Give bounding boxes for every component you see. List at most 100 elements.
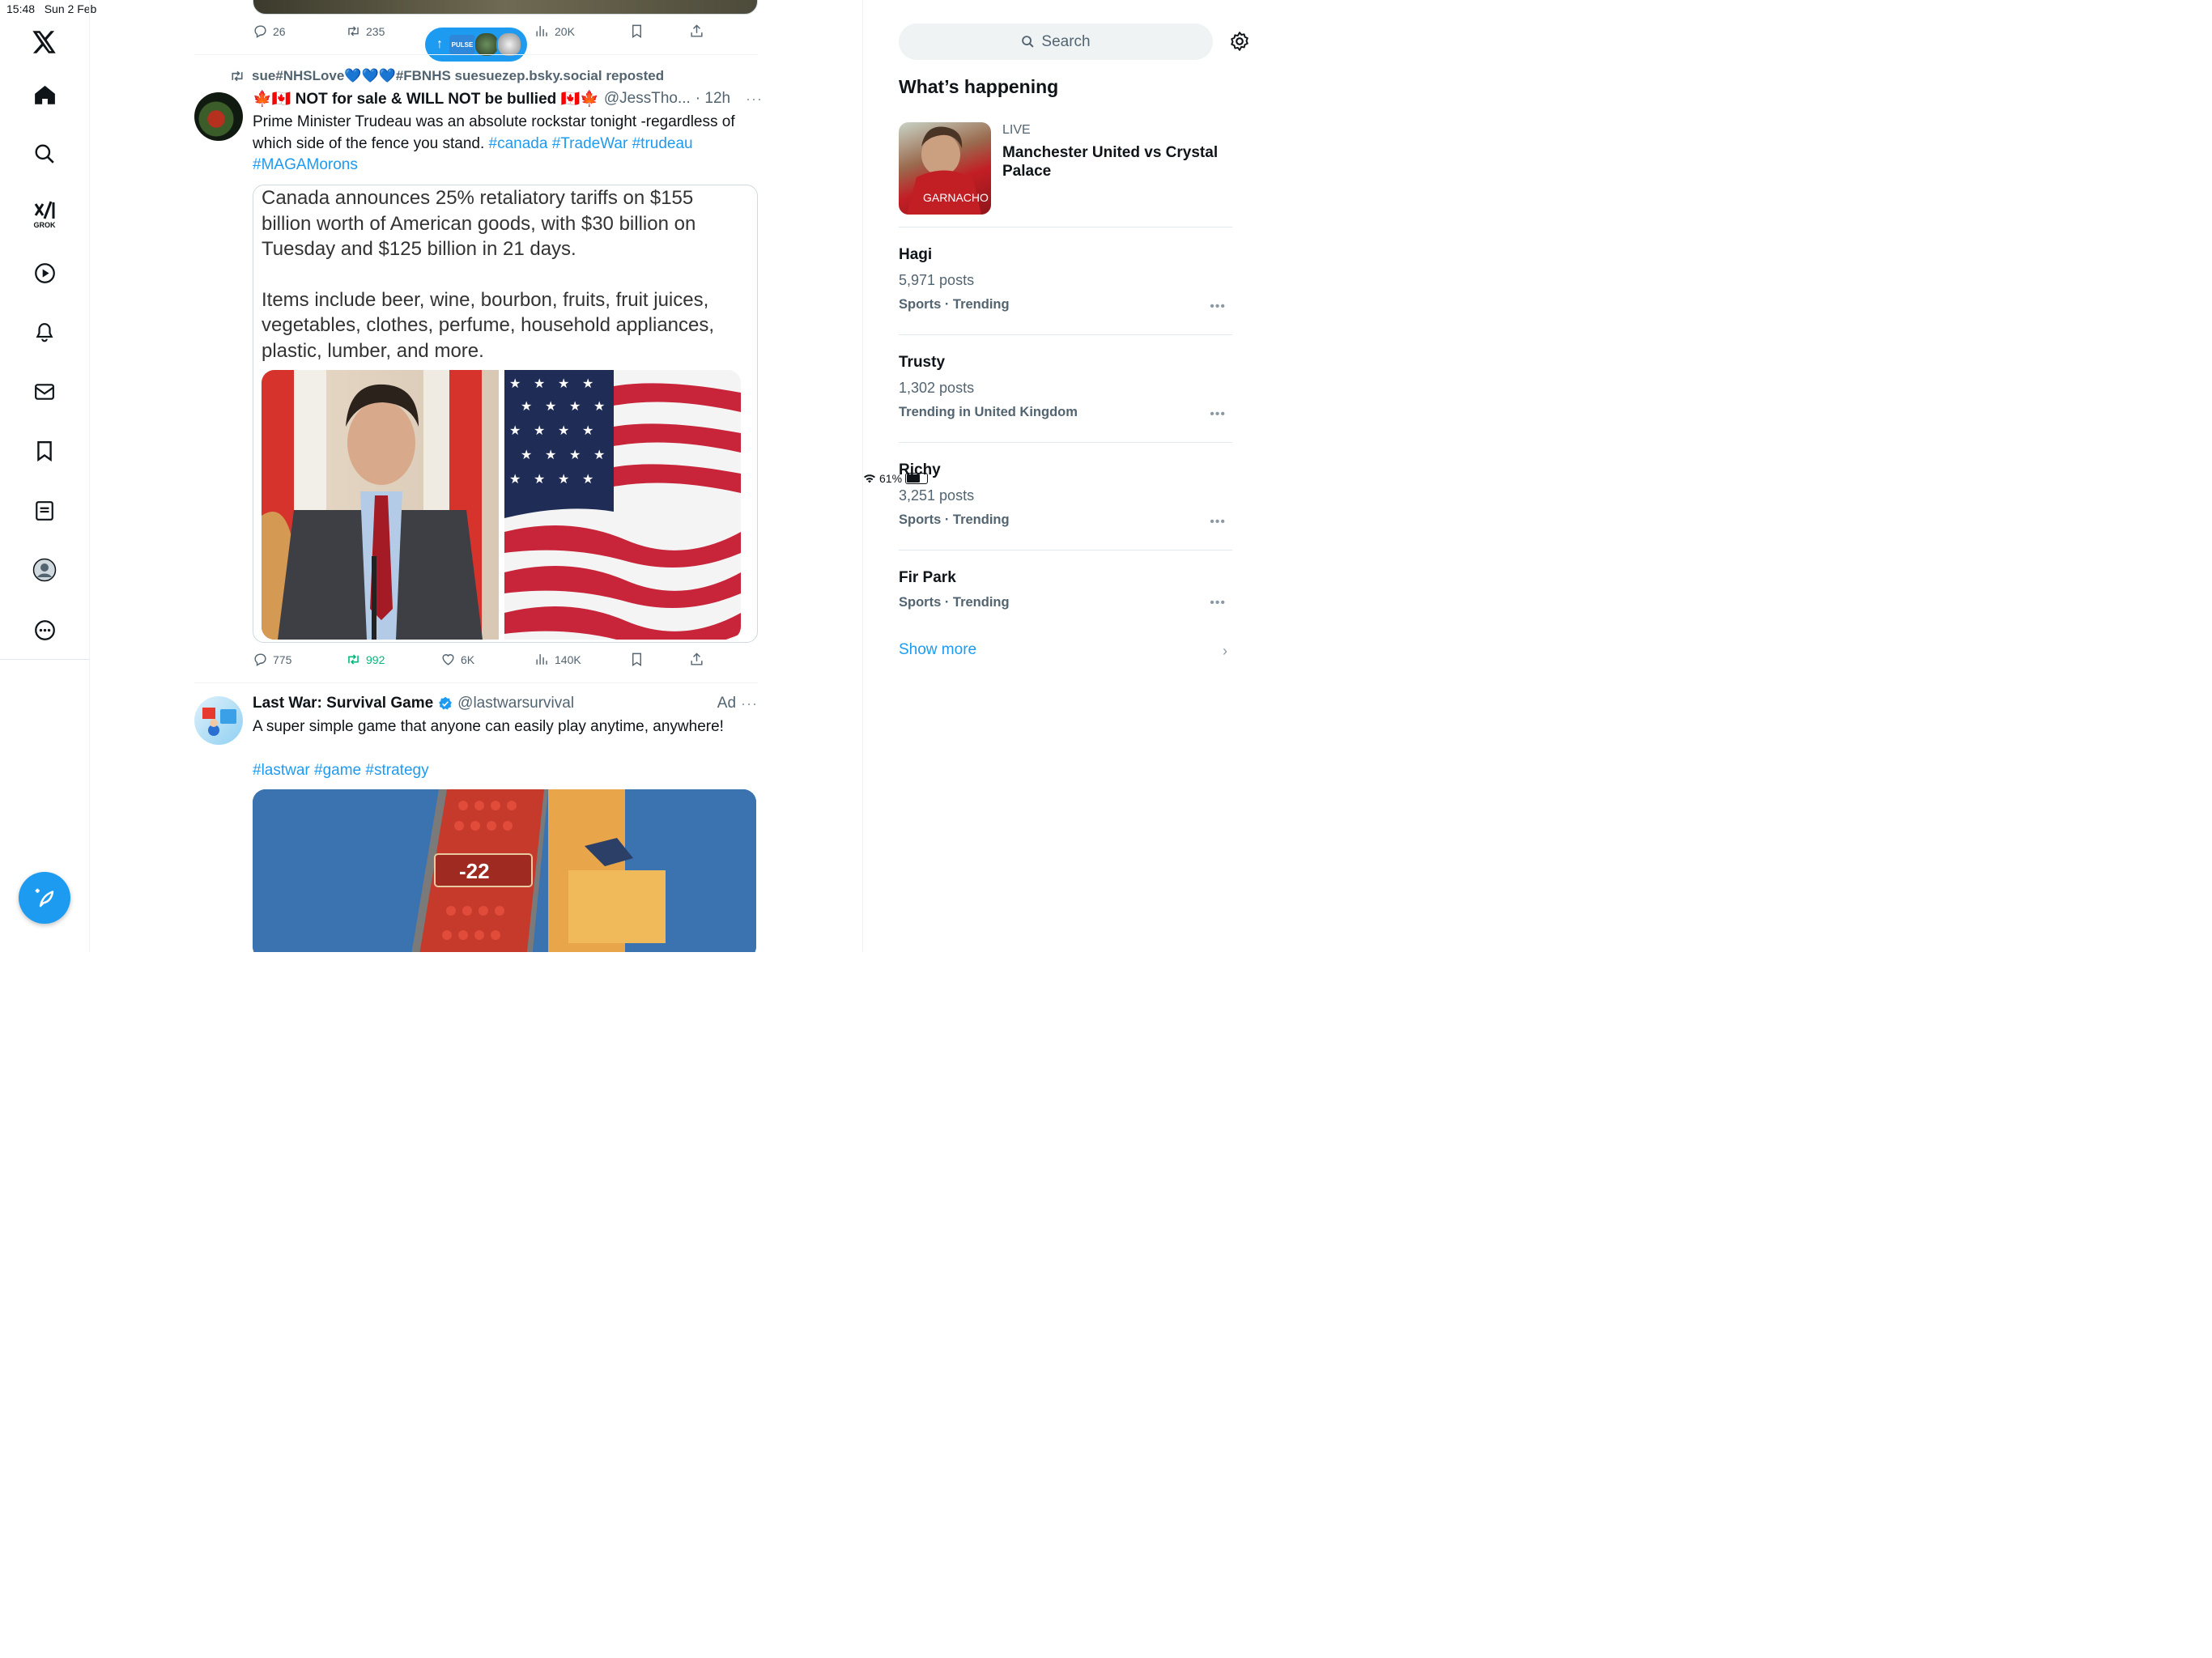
share-icon	[691, 24, 703, 37]
svg-text:★: ★	[558, 376, 569, 391]
repost-icon	[348, 26, 359, 36]
bookmark-icon	[632, 24, 641, 38]
hashtag-link[interactable]: #game	[314, 762, 361, 779]
ad-video[interactable]: -22	[253, 789, 756, 952]
svg-text:★: ★	[558, 471, 569, 487]
show-more-link[interactable]: Show more	[899, 641, 976, 659]
trend-name: Trusty	[899, 354, 946, 371]
more-options-icon[interactable]: ···	[746, 91, 763, 108]
new-posts-pill[interactable]: ↑ PULSE	[425, 28, 527, 62]
hashtag-link[interactable]: #TradeWar	[552, 135, 628, 152]
ad-avatar[interactable]	[194, 696, 243, 745]
ad-header: Last War: Survival Game @lastwarsurvival…	[253, 695, 758, 712]
hashtag-link[interactable]: #strategy	[365, 762, 428, 779]
search-input[interactable]: Search	[899, 23, 1213, 60]
reply-icon	[254, 653, 266, 666]
trend-count: 5,971 posts	[899, 272, 975, 288]
pulse-avatar: PULSE	[448, 33, 477, 56]
settings-gear-icon[interactable]	[1229, 31, 1250, 56]
ad-text: A super simple game that anyone can easi…	[253, 716, 758, 781]
media-caption-line: Canada announces 25% retaliatory tariffs…	[262, 187, 696, 260]
more-icon[interactable]	[28, 614, 61, 646]
divider	[899, 550, 1232, 551]
grok-icon[interactable]: GROK	[28, 197, 61, 232]
trudeau-photo	[262, 370, 499, 640]
trend-category: Sports · Trending	[899, 297, 1010, 312]
more-options-icon[interactable]: ···	[741, 695, 758, 712]
hashtag-link[interactable]: #MAGAMorons	[253, 156, 358, 173]
hashtag-link[interactable]: #trudeau	[632, 135, 693, 152]
bookmark-icon[interactable]	[28, 435, 61, 467]
hashtag-link[interactable]: #canada	[489, 135, 548, 152]
svg-text:★: ★	[509, 376, 521, 391]
share-button[interactable]	[689, 652, 704, 667]
trend-item[interactable]: Fir Park Sports · Trending •••	[899, 569, 1232, 610]
trend-name: Hagi	[899, 246, 933, 263]
author-handle[interactable]: @JessTho...	[604, 90, 691, 108]
live-event-image[interactable]: GARNACHO	[899, 122, 991, 215]
bell-icon[interactable]	[28, 316, 61, 348]
svg-text:★: ★	[509, 423, 521, 438]
nav-divider	[0, 659, 89, 660]
x-logo-icon[interactable]	[28, 26, 61, 58]
svg-text:★: ★	[558, 423, 569, 438]
mail-icon[interactable]	[28, 376, 61, 408]
ad-author-name[interactable]: Last War: Survival Game	[253, 695, 433, 712]
tweet-media[interactable]: Canada announces 25% retaliatory tariffs…	[253, 185, 758, 643]
svg-text:★: ★	[521, 447, 532, 462]
repost-context[interactable]: sue#NHSLove💙💙💙#FBNHS suesuezep.bsky.soci…	[229, 68, 664, 84]
bookmark-button[interactable]	[629, 652, 644, 667]
timeline[interactable]: 26 235 20K ↑ PULSE sue#NHSLove💙💙💙#FBNHS …	[90, 0, 863, 952]
like-count: 6K	[461, 653, 475, 666]
repost-context-text: sue#NHSLove💙💙💙#FBNHS suesuezep.bsky.soci…	[252, 68, 665, 83]
svg-text:★: ★	[509, 471, 521, 487]
reply-button[interactable]: 26	[253, 23, 286, 39]
repost-button[interactable]: 992	[346, 652, 385, 667]
ad-author-handle[interactable]: @lastwarsurvival	[457, 695, 574, 712]
author-name[interactable]: 🍁🇨🇦 NOT for sale & WILL NOT be bullied 🇨…	[253, 89, 599, 108]
live-event-title[interactable]: Manchester United vs Crystal Palace	[1002, 143, 1245, 181]
trend-name: Richy	[899, 461, 941, 478]
trend-item[interactable]: Trusty 1,302 posts Trending in United Ki…	[899, 354, 1232, 422]
more-options-icon[interactable]: •••	[1210, 596, 1226, 610]
svg-text:★: ★	[534, 471, 545, 487]
search-icon	[1022, 36, 1034, 48]
more-options-icon[interactable]: •••	[1210, 407, 1226, 422]
hashtag-link[interactable]: #lastwar	[253, 762, 310, 779]
trend-item[interactable]: Hagi 5,971 posts Sports · Trending •••	[899, 246, 1232, 314]
live-label: LIVE	[1002, 123, 1031, 137]
svg-text:★: ★	[569, 398, 581, 414]
reply-count: 26	[273, 24, 286, 38]
reply-count: 775	[273, 653, 292, 666]
search-icon[interactable]	[28, 138, 61, 170]
chevron-right-icon[interactable]: ›	[1223, 643, 1227, 660]
previous-tweet-media[interactable]	[253, 0, 758, 15]
divider	[194, 54, 758, 55]
grok-label: GROK	[33, 220, 56, 229]
compose-button[interactable]	[19, 872, 70, 924]
share-button[interactable]	[689, 23, 704, 39]
home-icon[interactable]	[28, 79, 61, 111]
trend-item[interactable]: Richy 3,251 posts Sports · Trending •••	[899, 461, 1232, 529]
views-icon	[536, 654, 547, 665]
views-button[interactable]: 20K	[534, 23, 575, 39]
like-button[interactable]: 6K	[440, 652, 474, 667]
reply-button[interactable]: 775	[253, 652, 291, 667]
divider	[899, 442, 1232, 443]
views-count: 140K	[555, 653, 581, 666]
lists-icon[interactable]	[28, 495, 61, 527]
tweet-time[interactable]: · 12h	[696, 90, 730, 108]
more-options-icon[interactable]: •••	[1210, 300, 1226, 314]
trend-count: 3,251 posts	[899, 487, 975, 504]
ad-video-counter: -22	[459, 859, 490, 883]
video-icon[interactable]	[28, 257, 61, 289]
bookmark-button[interactable]	[629, 23, 644, 39]
repost-button[interactable]: 235	[346, 23, 385, 39]
views-button[interactable]: 140K	[534, 652, 581, 667]
more-options-icon[interactable]: •••	[1210, 515, 1226, 529]
avatar[interactable]	[194, 92, 243, 141]
svg-text:★: ★	[593, 447, 605, 462]
tweet-actions: 775 992 6K 140K	[253, 652, 706, 671]
profile-icon[interactable]	[28, 554, 61, 586]
divider	[899, 334, 1232, 335]
